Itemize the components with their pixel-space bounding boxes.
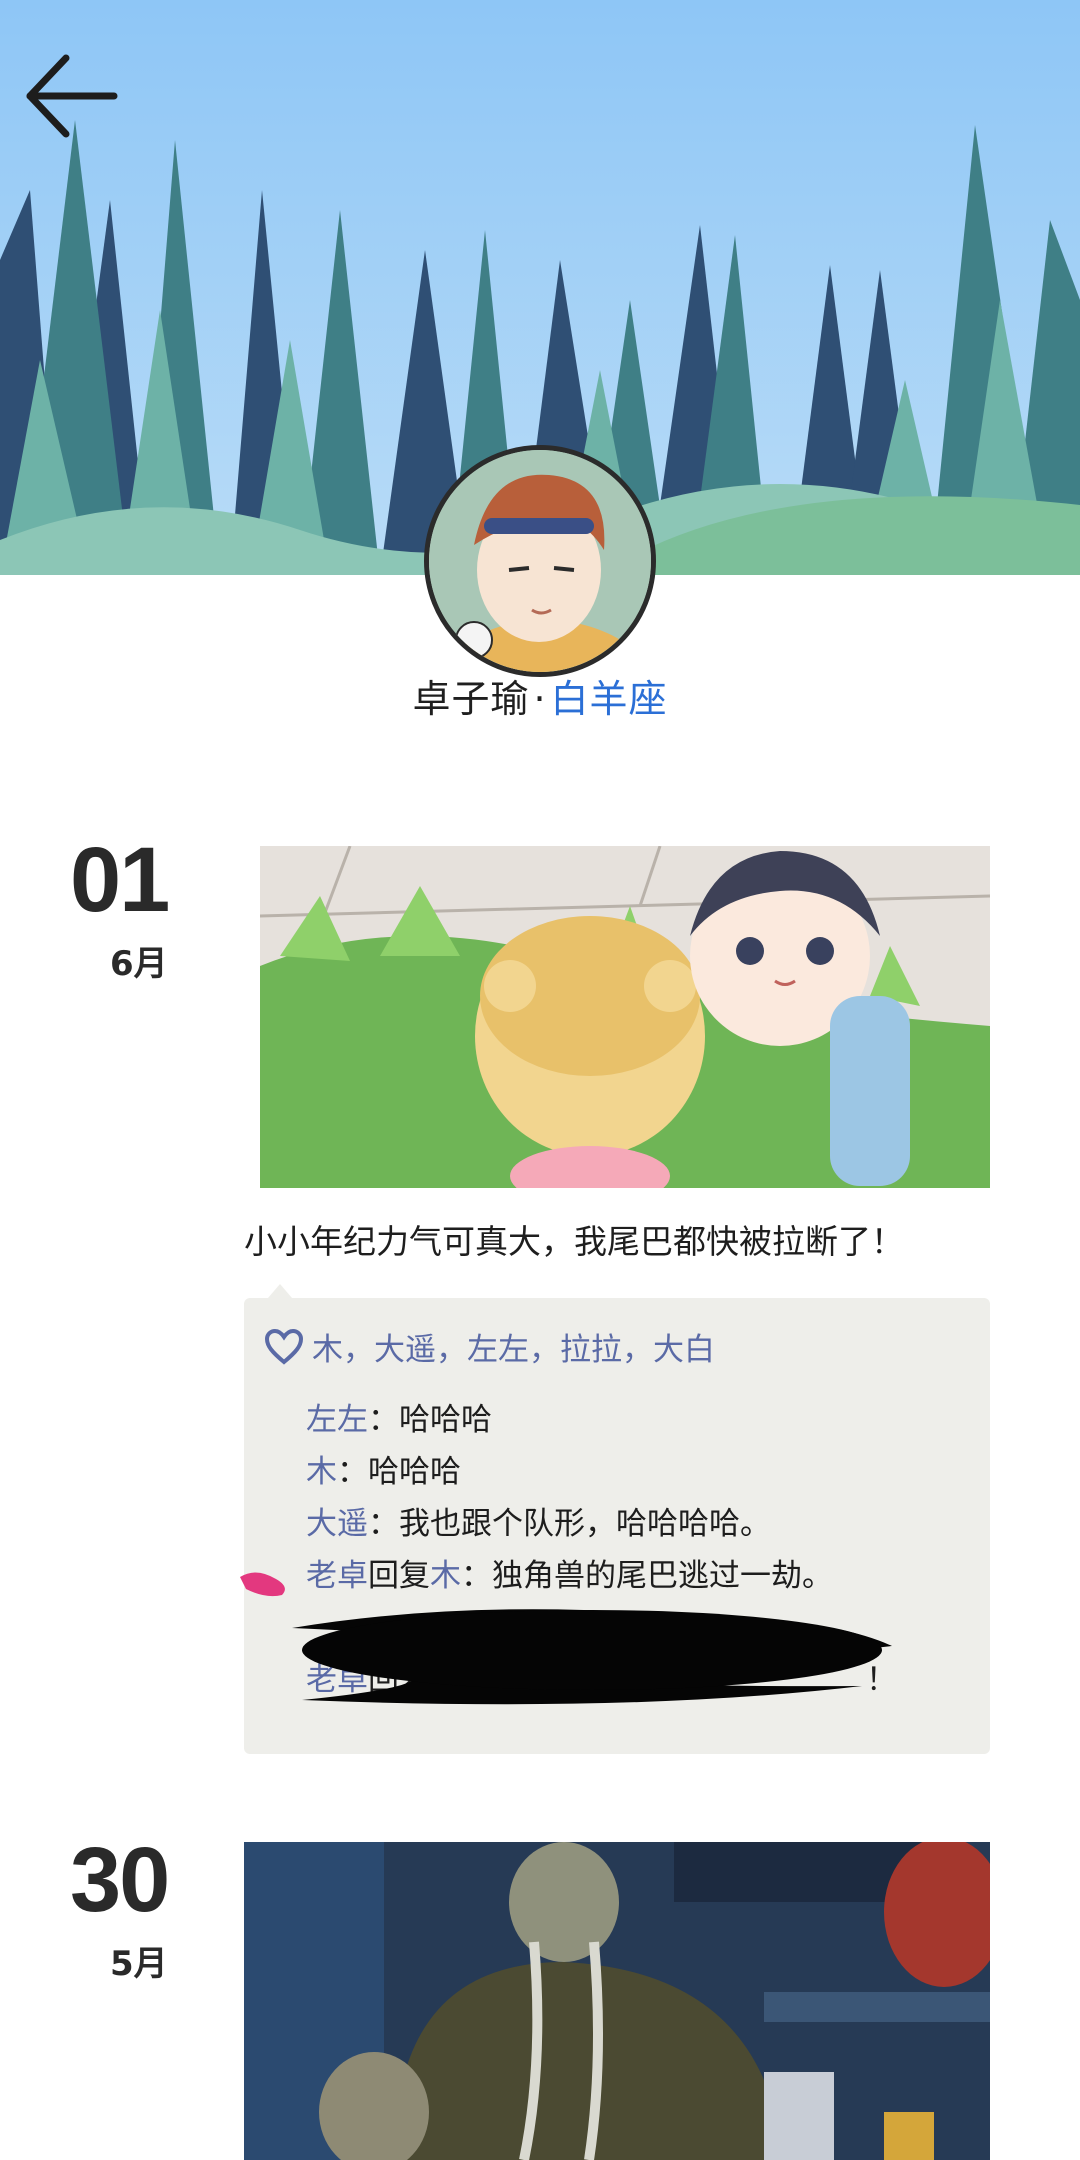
post-date-day: 01 <box>70 829 170 931</box>
comment-line[interactable]: 左左：哈哈哈 <box>306 1394 492 1439</box>
post-date-month: 5月 <box>110 1944 168 1984</box>
comment-panel-pointer <box>268 1284 292 1298</box>
comment-author[interactable]: 左左 <box>306 1402 368 1438</box>
heart-icon <box>264 1328 304 1365</box>
post-image[interactable] <box>244 1842 990 2160</box>
comment-line[interactable]: 木：哈哈哈 <box>306 1446 461 1491</box>
post-text: 小小年纪力气可真大，我尾巴都快被拉断了！ <box>244 1222 904 1261</box>
name-separator: · <box>533 677 547 721</box>
avatar[interactable] <box>424 445 656 677</box>
comment-body: 哈哈哈 <box>399 1402 492 1438</box>
comment-panel: 木，大遥，左左，拉拉，大白 左左：哈哈哈 木：哈哈哈 大遥：我也跟个队形，哈哈哈… <box>244 1284 990 1754</box>
comment-author[interactable]: 木 <box>306 1454 337 1490</box>
post-date-month: 6月 <box>110 944 168 984</box>
redaction-scribble <box>292 1609 892 1705</box>
profile-zodiac: 白羊座 <box>550 677 668 721</box>
back-button[interactable] <box>22 48 122 148</box>
comment-separator: ： <box>368 1402 399 1438</box>
arrow-left-icon <box>26 54 118 138</box>
comment-body: 我也跟个队形，哈哈哈哈。 <box>399 1506 771 1542</box>
comment-separator: ： <box>337 1454 368 1490</box>
likes-list[interactable]: 木，大遥，左左，拉拉，大白 <box>312 1324 715 1369</box>
comment-separator: ： <box>368 1506 399 1542</box>
post-date-day: 30 <box>70 1829 170 1931</box>
profile-nickname: 卓子瑜 <box>412 677 530 721</box>
pink-mark <box>240 1572 285 1597</box>
comment-line[interactable]: 大遥：我也跟个队形，哈哈哈哈。 <box>306 1498 771 1543</box>
profile-name: 卓子瑜 · 白羊座 <box>0 668 1080 723</box>
post-image[interactable] <box>260 846 990 1188</box>
likes-row: 木，大遥，左左，拉拉，大白 <box>264 1324 715 1369</box>
comment-body: 哈哈哈 <box>368 1454 461 1490</box>
comment-author[interactable]: 大遥 <box>306 1506 368 1542</box>
